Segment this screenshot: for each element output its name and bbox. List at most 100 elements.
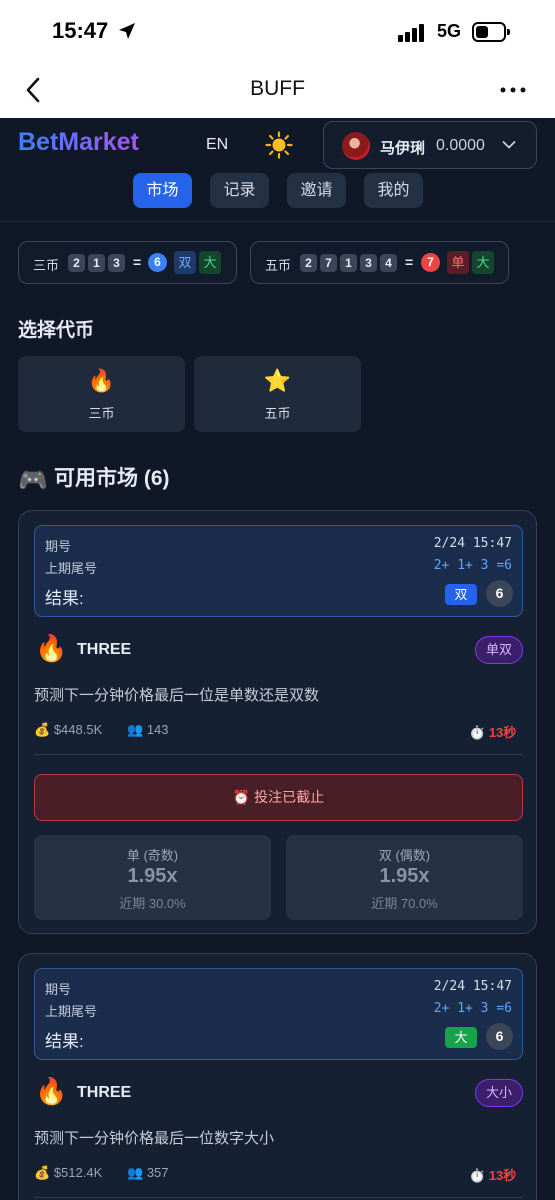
tab-market[interactable]: 市场 [133, 173, 192, 208]
ticker-tag-big: 大 [199, 251, 221, 274]
market-card: 期号 2/24 15:47 上期尾号 2+ 1+ 3 =6 结果: 双 6 🔥 … [18, 510, 537, 934]
ticker-tag-even: 双 [174, 251, 196, 274]
period-label: 期号 [45, 982, 72, 997]
chevron-down-icon [502, 141, 516, 149]
equals-sign: = [133, 254, 142, 270]
period-value: 2/24 15:47 [433, 979, 512, 994]
market-type-badge: 单双 [475, 636, 523, 664]
divider [34, 754, 523, 755]
signal-icon [398, 24, 428, 42]
battery-icon [472, 22, 510, 42]
result-tag: 双 [445, 584, 477, 605]
timer-stat: ⏱️ 13秒 [469, 1165, 516, 1184]
timer-stat: ⏱️ 13秒 [469, 722, 516, 741]
alarm-clock-icon: ⏰ [232, 789, 251, 805]
money-bag-icon: 💰 [34, 1165, 51, 1180]
pool-stat: 💰 $512.4K [34, 1165, 102, 1181]
prev-tail-label: 上期尾号 [45, 1004, 98, 1019]
option-even[interactable]: 双 (偶数) 1.95x 近期 70.0% [286, 835, 523, 920]
pool-value: $512.4K [53, 1165, 103, 1180]
result-number: 6 [486, 1023, 513, 1050]
period-label: 期号 [45, 539, 72, 554]
market-description: 预测下一分钟价格最后一位数字大小 [34, 1130, 275, 1147]
market-name: THREE [77, 641, 132, 658]
option-recent: 近期 70.0% [371, 896, 438, 911]
result-tag: 大 [445, 1027, 477, 1048]
token-card-three[interactable]: 🔥 三币 [18, 356, 185, 432]
avatar [342, 132, 370, 160]
period-value: 2/24 15:47 [433, 536, 512, 551]
ticker-digit: 1 [340, 254, 357, 272]
markets-header: 🎮 可用市场 (6) [18, 462, 170, 495]
users-value: 357 [146, 1165, 169, 1180]
ticker-digit: 2 [68, 254, 85, 272]
sun-icon[interactable] [265, 131, 293, 159]
main-tabs: 市场 记录 邀请 我的 [0, 173, 555, 209]
market-name: THREE [77, 1084, 132, 1101]
users-stat: 👥 357 [127, 1165, 169, 1181]
ticker-three-coin: 三币 2 1 3 = 6 双 大 [18, 241, 237, 284]
market-info: 期号 2/24 15:47 上期尾号 2+ 1+ 3 =6 结果: 大 6 [34, 968, 523, 1060]
fire-icon: 🔥 [35, 633, 68, 663]
equals-sign: = [405, 254, 414, 270]
option-odd[interactable]: 单 (奇数) 1.95x 近期 30.0% [34, 835, 271, 920]
select-token-title: 选择代币 [18, 320, 95, 341]
gamepad-icon: 🎮 [18, 467, 48, 494]
bet-closed-label: 投注已截止 [254, 789, 325, 805]
pool-stat: 💰 $448.5K [34, 722, 102, 738]
tab-invite[interactable]: 邀请 [287, 173, 346, 208]
option-label: 单 (奇数) [126, 848, 179, 863]
markets-title: 可用市场 (6) [54, 467, 170, 490]
market-card: 期号 2/24 15:47 上期尾号 2+ 1+ 3 =6 结果: 大 6 🔥 … [18, 953, 537, 1200]
status-bar: 15:47 5G [0, 0, 555, 62]
language-toggle[interactable]: EN [206, 136, 228, 154]
ticker-digit: 4 [380, 254, 397, 272]
tab-records[interactable]: 记录 [210, 173, 269, 208]
option-odds: 1.95x [379, 865, 430, 887]
prev-tail-value: 2+ 1+ 3 =6 [433, 1001, 512, 1016]
divider [34, 1197, 523, 1198]
market-description: 预测下一分钟价格最后一位是单数还是双数 [34, 687, 320, 704]
brand-logo[interactable]: BetMarket [18, 128, 139, 157]
ticker-tag-big: 大 [472, 251, 494, 274]
fire-icon: 🔥 [35, 1076, 68, 1106]
token-label: 五币 [264, 406, 291, 421]
stopwatch-icon: ⏱️ [469, 725, 486, 740]
pool-value: $448.5K [53, 722, 103, 737]
ticker-label: 五币 [265, 258, 292, 273]
money-bag-icon: 💰 [34, 722, 51, 737]
ticker-digit: 7 [320, 254, 337, 272]
fire-icon: 🔥 [87, 368, 116, 393]
ticker-sum: 7 [421, 253, 440, 272]
divider [0, 221, 555, 222]
account-balance: 0.0000 [436, 137, 485, 154]
more-icon[interactable] [498, 82, 528, 98]
ticker-sum: 6 [148, 253, 167, 272]
users-icon: 👥 [127, 1165, 144, 1180]
prev-tail-value: 2+ 1+ 3 =6 [433, 558, 512, 573]
location-arrow-icon [119, 23, 135, 39]
tab-mine[interactable]: 我的 [364, 173, 423, 208]
prev-tail-label: 上期尾号 [45, 561, 98, 576]
app-content: BetMarket EN 马伊琍 0.0000 市场 记录 邀请 我的 三币 2… [0, 118, 555, 1200]
users-value: 143 [146, 722, 169, 737]
token-card-five[interactable]: ⭐ 五币 [194, 356, 361, 432]
star-icon: ⭐ [263, 368, 292, 393]
ticker-label: 三币 [33, 258, 60, 273]
option-label: 双 (偶数) [378, 848, 431, 863]
status-time: 15:47 [52, 18, 109, 43]
stopwatch-icon: ⏱️ [469, 1168, 486, 1183]
option-odds: 1.95x [127, 865, 178, 887]
market-info: 期号 2/24 15:47 上期尾号 2+ 1+ 3 =6 结果: 双 6 [34, 525, 523, 617]
ticker-digit: 2 [300, 254, 317, 272]
option-recent: 近期 30.0% [119, 896, 186, 911]
result-label: 结果: [45, 589, 84, 608]
nav-bar: BUFF [0, 62, 555, 118]
nav-title: BUFF [250, 77, 305, 100]
bet-closed-button[interactable]: ⏰ 投注已截止 [34, 774, 523, 821]
market-type-badge: 大小 [475, 1079, 523, 1107]
ticker-digit: 3 [360, 254, 377, 272]
ticker-digit: 1 [88, 254, 105, 272]
token-label: 三币 [88, 406, 115, 421]
account-selector[interactable]: 马伊琍 0.0000 [323, 121, 537, 169]
